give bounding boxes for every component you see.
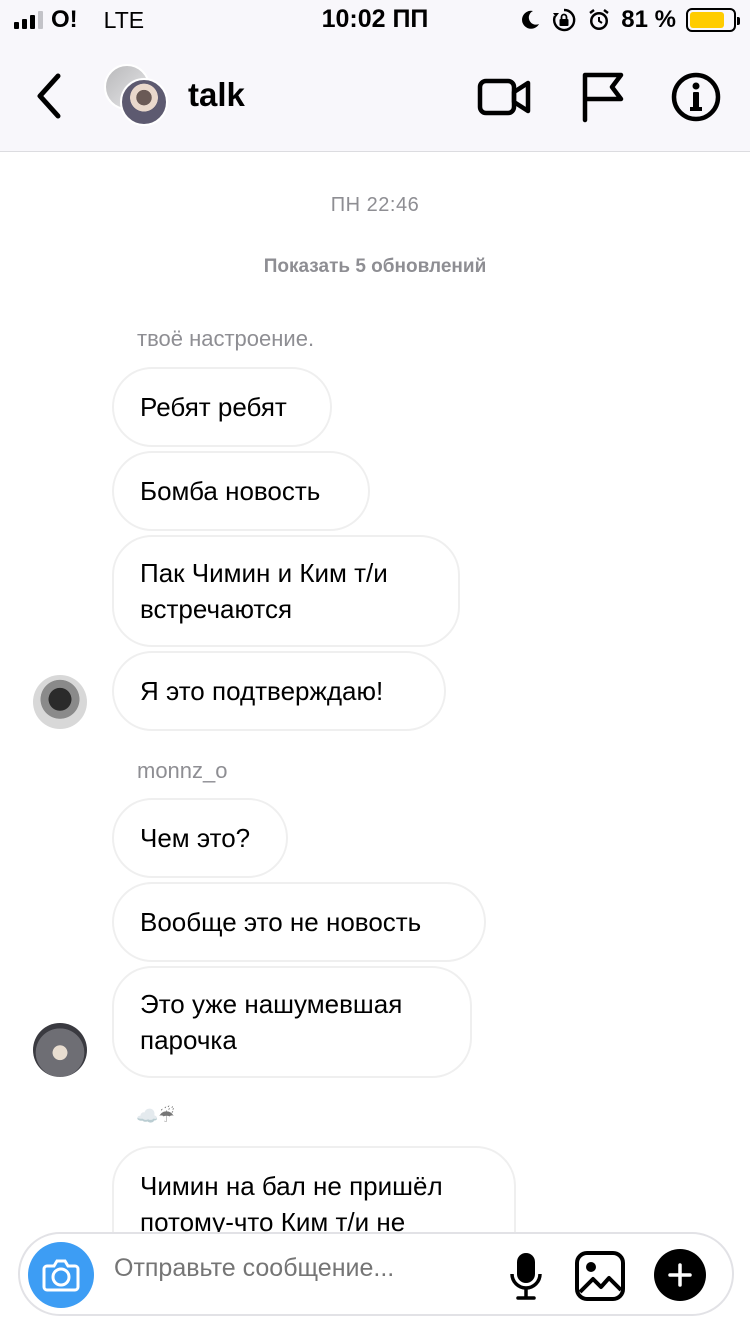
battery-level xyxy=(690,12,725,28)
battery-percent: 81 % xyxy=(621,6,676,33)
battery-icon xyxy=(686,8,740,32)
message-bubble[interactable]: Это уже нашумевшая парочка xyxy=(112,966,472,1078)
status-right: 81 % xyxy=(519,6,740,34)
message-text: Ребят ребят xyxy=(140,392,287,422)
sender-avatar[interactable] xyxy=(33,1023,87,1077)
video-call-icon[interactable] xyxy=(476,70,532,124)
message-text: Бомба новость xyxy=(140,476,321,506)
message-text: Я это подтверждаю! xyxy=(140,676,384,706)
message-bubble[interactable]: Вообще это не новость xyxy=(112,882,486,962)
sender-name: ☁️☔ xyxy=(136,1106,175,1126)
message-input[interactable] xyxy=(114,1254,494,1283)
gallery-icon[interactable] xyxy=(574,1250,626,1302)
message-text: Это уже нашумевшая парочка xyxy=(140,989,403,1055)
message-bubble[interactable]: Чем это? xyxy=(112,798,288,878)
message-bubble[interactable]: Бомба новость xyxy=(112,451,370,531)
group-avatar[interactable] xyxy=(104,64,168,128)
message-bubble[interactable]: Ребят ребят xyxy=(112,367,332,447)
message-bubble[interactable]: Я это подтверждаю! xyxy=(112,651,446,731)
message-text: Пак Чимин и Ким т/и встречаются xyxy=(140,558,388,624)
message-composer xyxy=(18,1232,734,1316)
rotation-lock-icon xyxy=(553,8,576,32)
status-bar: O! LTE 10:02 ПП 81 % xyxy=(0,0,750,40)
message-text: Чем это? xyxy=(140,823,251,853)
sender-name: твоё настроение. xyxy=(137,326,315,351)
camera-button[interactable] xyxy=(28,1242,94,1308)
thread-timestamp: ПН 22:46 xyxy=(330,194,420,216)
alarm-icon xyxy=(589,9,610,30)
chat-title[interactable]: talk xyxy=(188,76,245,114)
message-text: Вообще это не новость xyxy=(140,907,422,937)
member-avatar-front xyxy=(120,78,168,126)
message-bubble[interactable]: Пак Чимин и Ким т/и встречаются xyxy=(112,535,460,647)
flag-icon[interactable] xyxy=(576,70,632,124)
info-icon[interactable] xyxy=(668,70,724,124)
back-chevron-icon[interactable] xyxy=(30,70,70,122)
direct-chat-screen: O! LTE 10:02 ПП 81 % talk ПН 22:46 Показ… xyxy=(0,0,750,1334)
sender-name: monnz_o xyxy=(137,758,228,783)
message-thread[interactable]: ПН 22:46 Показать 5 обновлений твоё наст… xyxy=(0,152,750,1334)
microphone-icon[interactable] xyxy=(504,1250,548,1302)
plus-icon xyxy=(668,1263,692,1287)
moon-icon xyxy=(522,10,540,29)
chat-header: talk xyxy=(0,40,750,152)
message-text: Чимин на бал не пришёл потому-что Ким т/… xyxy=(140,1171,443,1237)
sender-avatar[interactable] xyxy=(33,675,87,729)
camera-icon xyxy=(42,1259,80,1292)
show-updates-link[interactable]: Показать 5 обновлений xyxy=(0,256,750,278)
more-button[interactable] xyxy=(654,1249,706,1301)
